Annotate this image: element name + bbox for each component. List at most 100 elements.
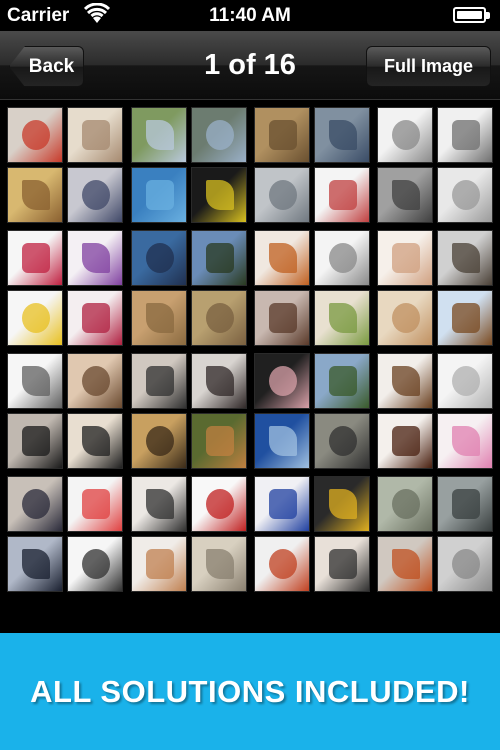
- cartoon-mouse-thumbnail[interactable]: [314, 167, 370, 223]
- thumbnail-shape: [269, 549, 297, 579]
- music-notes-thumbnail[interactable]: [7, 353, 63, 409]
- key-thumbnail[interactable]: [437, 107, 493, 163]
- card-thumbnail[interactable]: [254, 413, 310, 469]
- food-plate-thumbnail[interactable]: [254, 230, 310, 286]
- banner-text: ALL SOLUTIONS INCLUDED!: [30, 673, 470, 709]
- cat-grass-thumbnail[interactable]: [191, 413, 247, 469]
- dish-antenna-thumbnail[interactable]: [314, 230, 370, 286]
- bread-thumbnail[interactable]: [131, 536, 187, 592]
- pool-thumbnail[interactable]: [131, 167, 187, 223]
- leopard-print-thumbnail[interactable]: [131, 413, 187, 469]
- thumbnail-shape: [146, 303, 174, 333]
- keyboard-thumbnail[interactable]: [437, 167, 493, 223]
- thumbnail-shape: [269, 426, 297, 456]
- thumbnail-shape: [206, 426, 234, 456]
- mouse-thumbnail[interactable]: [254, 167, 310, 223]
- woman-phone-thumbnail[interactable]: [131, 476, 187, 532]
- egg-thumbnail[interactable]: [377, 536, 433, 592]
- thumbnail-shape: [22, 366, 50, 396]
- thumbnail-shape: [146, 243, 174, 273]
- thumbnail-shape: [452, 180, 480, 210]
- handshake-thumbnail[interactable]: [377, 230, 433, 286]
- thumbnail-shape: [269, 489, 297, 519]
- thumbnail-shape: [452, 120, 480, 150]
- thumbnail-shape: [329, 180, 357, 210]
- club-symbol-thumbnail[interactable]: [67, 536, 123, 592]
- battery-tip: [486, 12, 490, 19]
- thumbnail-shape: [146, 180, 174, 210]
- calculator-thumbnail[interactable]: [191, 536, 247, 592]
- flower-letter-thumbnail[interactable]: [7, 230, 63, 286]
- tools-thumbnail[interactable]: [191, 167, 247, 223]
- shapes-thumbnail[interactable]: [7, 290, 63, 346]
- chocolate-thumbnail[interactable]: [377, 413, 433, 469]
- dinner-plate-thumbnail[interactable]: [314, 290, 370, 346]
- thumbnail-shape: [452, 303, 480, 333]
- thumbnail-shape: [82, 549, 110, 579]
- apple-papers-thumbnail[interactable]: [254, 536, 310, 592]
- thumbnail-shape: [82, 303, 110, 333]
- palm-tree-thumbnail[interactable]: [131, 230, 187, 286]
- thumbnail-shape: [206, 180, 234, 210]
- lake-thumbnail[interactable]: [191, 107, 247, 163]
- lizard-thumbnail[interactable]: [377, 476, 433, 532]
- bar-chart-thumbnail[interactable]: [191, 476, 247, 532]
- businessman-thumbnail[interactable]: [7, 536, 63, 592]
- businesswoman-thumbnail[interactable]: [7, 476, 63, 532]
- thumbnail-shape: [329, 120, 357, 150]
- woman-hands-thumbnail[interactable]: [254, 290, 310, 346]
- baby-thumbnail[interactable]: [67, 107, 123, 163]
- clock: 11:40 AM: [209, 5, 291, 26]
- stuffed-toy-thumbnail[interactable]: [377, 353, 433, 409]
- calendar-thumbnail[interactable]: [254, 476, 310, 532]
- thumbnail-grid: [0, 100, 500, 635]
- sand-thumbnail[interactable]: [191, 290, 247, 346]
- gray-surface-thumbnail[interactable]: [437, 536, 493, 592]
- woman-portrait-thumbnail[interactable]: [191, 353, 247, 409]
- dog-snow-thumbnail[interactable]: [437, 230, 493, 286]
- bottle-thumbnail[interactable]: [437, 353, 493, 409]
- palm-leaves-thumbnail[interactable]: [191, 230, 247, 286]
- sale-tag-thumbnail[interactable]: [67, 476, 123, 532]
- thumbnail-shape: [22, 243, 50, 273]
- thumbnail-shape: [146, 489, 174, 519]
- headphones-person-thumbnail[interactable]: [7, 413, 63, 469]
- thumbnail-shape: [22, 489, 50, 519]
- pie-thumbnail[interactable]: [377, 290, 433, 346]
- keyboard-key-thumbnail[interactable]: [377, 167, 433, 223]
- braille-thumbnail[interactable]: [67, 353, 123, 409]
- fan-thumbnail[interactable]: [67, 167, 123, 223]
- thumbnail-shape: [82, 243, 110, 273]
- winter-trees-thumbnail[interactable]: [314, 353, 370, 409]
- heart-envelope-thumbnail[interactable]: [67, 290, 123, 346]
- thumbnail-shape: [329, 426, 357, 456]
- promo-banner: ALL SOLUTIONS INCLUDED!: [0, 633, 500, 750]
- thumbnail-shape: [392, 120, 420, 150]
- full-image-button[interactable]: Full Image: [366, 46, 491, 87]
- thumbnail-shape: [452, 426, 480, 456]
- thumbnail-shape: [206, 549, 234, 579]
- pasta-thumbnail[interactable]: [7, 167, 63, 223]
- sunglasses-woman-thumbnail[interactable]: [131, 353, 187, 409]
- couple-thumbnail[interactable]: [314, 536, 370, 592]
- envelope-thumbnail[interactable]: [67, 230, 123, 286]
- texture-thumbnail[interactable]: [131, 290, 187, 346]
- thumbnail-shape: [82, 489, 110, 519]
- hamster-thumbnail[interactable]: [254, 107, 310, 163]
- usb-drive-thumbnail[interactable]: [314, 107, 370, 163]
- field-thumbnail[interactable]: [131, 107, 187, 163]
- thumbnail-shape: [146, 120, 174, 150]
- thumbnail-shape: [22, 549, 50, 579]
- thumbnail-shape: [206, 489, 234, 519]
- piano-hands-thumbnail[interactable]: [67, 413, 123, 469]
- sheet-music-thumbnail[interactable]: [377, 107, 433, 163]
- face-paint-thumbnail[interactable]: [7, 107, 63, 163]
- thumbnail-shape: [269, 303, 297, 333]
- puppy-thumbnail[interactable]: [437, 290, 493, 346]
- turtle-thumbnail[interactable]: [437, 476, 493, 532]
- thumbnail-shape: [392, 366, 420, 396]
- sunflower-thumbnail[interactable]: [314, 476, 370, 532]
- pink-flower-thumbnail[interactable]: [437, 413, 493, 469]
- rocks-thumbnail[interactable]: [314, 413, 370, 469]
- piggy-bank-thumbnail[interactable]: [254, 353, 310, 409]
